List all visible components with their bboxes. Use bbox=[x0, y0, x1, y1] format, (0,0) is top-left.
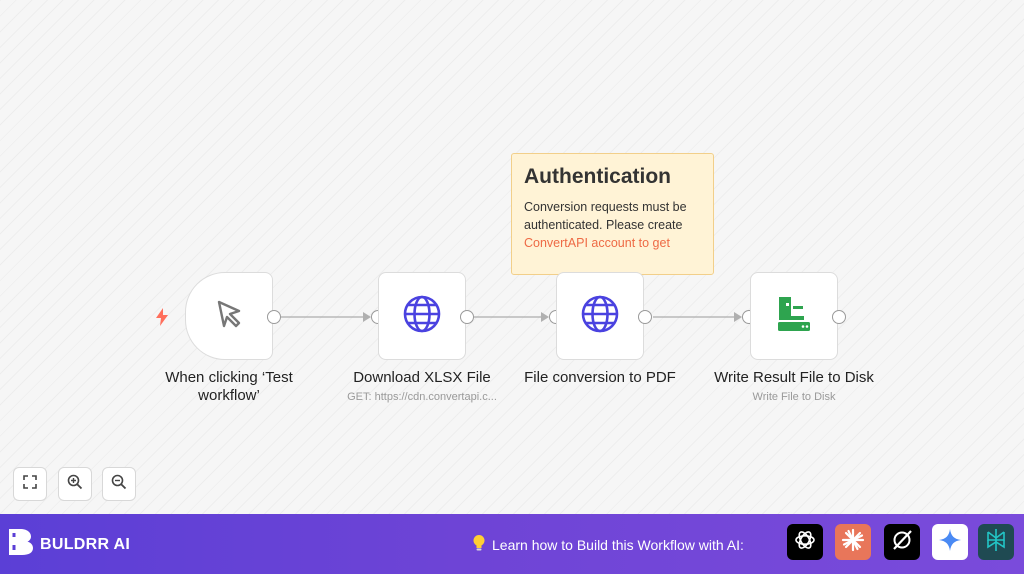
node-label: Download XLSX File bbox=[353, 369, 491, 386]
footer-bar: BULDRR AI Learn how to Build this Workfl… bbox=[0, 514, 1024, 574]
write-file-node[interactable] bbox=[750, 272, 838, 360]
arrow-head bbox=[734, 312, 742, 322]
output-handle[interactable] bbox=[460, 310, 474, 324]
learn-cta: Learn how to Build this Workflow with AI… bbox=[472, 534, 744, 555]
download-xlsx-node[interactable] bbox=[378, 272, 466, 360]
grok-button[interactable] bbox=[884, 524, 920, 560]
openai-icon bbox=[793, 528, 817, 557]
zoom-in-icon bbox=[67, 474, 83, 495]
learn-text: Learn how to Build this Workflow with AI… bbox=[492, 536, 744, 553]
fullscreen-icon bbox=[23, 474, 37, 494]
perplexity-button[interactable] bbox=[978, 524, 1014, 560]
lightbulb-icon bbox=[472, 534, 486, 555]
claude-icon bbox=[841, 528, 865, 557]
sticky-note[interactable]: Authentication Conversion requests must … bbox=[511, 153, 714, 275]
trigger-bolt-icon bbox=[155, 308, 169, 331]
disk-write-icon bbox=[774, 294, 814, 339]
arrow-head bbox=[363, 312, 371, 322]
zoom-out-button[interactable] bbox=[102, 467, 136, 501]
arrow-head bbox=[541, 312, 549, 322]
claude-button[interactable] bbox=[835, 524, 871, 560]
sticky-body-text: Conversion requests must be authenticate… bbox=[524, 200, 687, 232]
file-conversion-node[interactable] bbox=[556, 272, 644, 360]
zoom-out-icon bbox=[111, 474, 127, 495]
chatgpt-button[interactable] bbox=[787, 524, 823, 560]
node-label: File conversion to PDF bbox=[524, 369, 676, 386]
brand[interactable]: BULDRR AI bbox=[8, 528, 130, 561]
gemini-icon bbox=[938, 528, 962, 557]
node-label: When clicking ‘Test workflow’ bbox=[165, 369, 293, 404]
grok-icon bbox=[890, 528, 914, 557]
workflow-canvas[interactable]: When clicking ‘Test workflow’ Download X… bbox=[0, 0, 1024, 514]
output-handle[interactable] bbox=[267, 310, 281, 324]
zoom-in-button[interactable] bbox=[58, 467, 92, 501]
fit-view-button[interactable] bbox=[13, 467, 47, 501]
output-handle[interactable] bbox=[832, 310, 846, 324]
globe-icon bbox=[580, 294, 620, 339]
sticky-body: Conversion requests must be authenticate… bbox=[524, 198, 701, 252]
sticky-link[interactable]: ConvertAPI account to get bbox=[524, 236, 670, 250]
gemini-button[interactable] bbox=[932, 524, 968, 560]
trigger-node[interactable] bbox=[185, 272, 273, 360]
perplexity-icon bbox=[984, 528, 1008, 557]
node-subtitle: Write File to Disk bbox=[752, 391, 836, 403]
cursor-icon bbox=[211, 296, 247, 337]
node-subtitle: GET: https://cdn.convertapi.c... bbox=[347, 391, 497, 403]
globe-icon bbox=[402, 294, 442, 339]
sticky-title: Authentication bbox=[524, 165, 671, 188]
buldrr-logo-icon bbox=[8, 528, 34, 561]
output-handle[interactable] bbox=[638, 310, 652, 324]
brand-name: BULDRR AI bbox=[40, 535, 131, 553]
node-label: Write Result File to Disk bbox=[714, 369, 874, 386]
